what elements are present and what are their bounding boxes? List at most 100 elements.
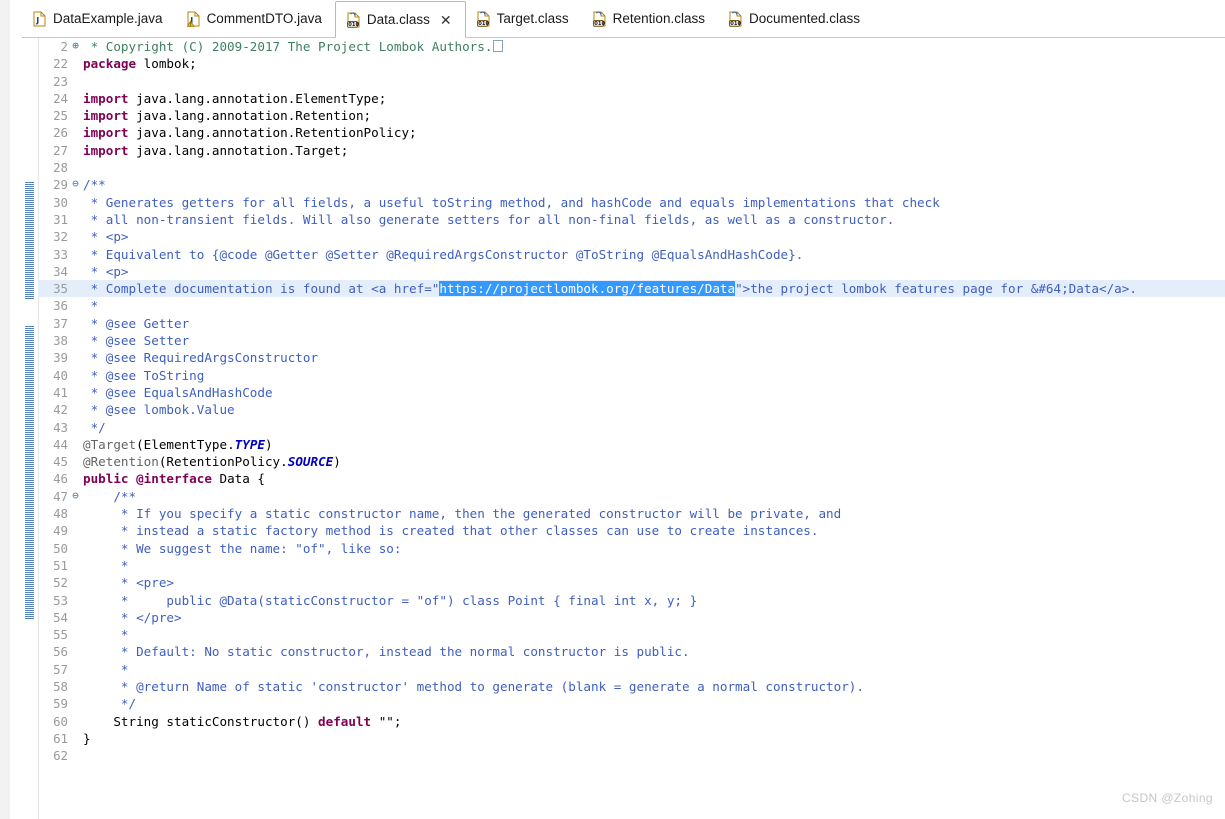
code-line[interactable]: 33 * Equivalent to {@code @Getter @Sette… [38,246,1225,263]
code-text: public @interface Data { [83,471,265,487]
fold-expand-icon[interactable]: ⊕ [70,40,81,51]
code-line[interactable]: 29 ⊖/** [38,176,1225,193]
line-number: 31 [53,211,68,227]
svg-text:010: 010 [730,21,741,27]
code-line[interactable]: 50 * We suggest the name: "of", like so: [38,540,1225,557]
code-text: */ [83,696,137,712]
svg-text:J: J [35,16,39,25]
window-left-edge-inner [10,0,22,819]
code-line[interactable]: 38 * @see Setter [38,332,1225,349]
line-number: 2 [60,39,68,54]
code-line[interactable]: 24 import java.lang.annotation.ElementTyp… [38,90,1225,107]
line-number: 53 [53,592,68,608]
editor-tab-documented-class[interactable]: 010 Documented.class [718,0,873,37]
code-line[interactable]: 25 import java.lang.annotation.Retention; [38,107,1225,124]
code-text: * [83,557,129,573]
code-line[interactable]: 62 [38,747,1225,764]
code-text: * instead a static factory method is cre… [83,523,819,539]
code-line[interactable]: 35 * Complete documentation is found at … [38,280,1225,298]
code-line[interactable]: 42 * @see lombok.Value [38,401,1225,418]
code-line[interactable]: 59 */ [38,695,1225,712]
editor-tab-retention-class[interactable]: 010 Retention.class [582,0,718,37]
editor-tab-target-class[interactable]: 010 Target.class [466,0,582,37]
code-line[interactable]: 27 import java.lang.annotation.Target; [38,142,1225,159]
code-line[interactable]: 30 * Generates getters for all fields, a… [38,194,1225,211]
code-line[interactable]: 2 ⊕ * Copyright (C) 2009-2017 The Project… [38,38,1225,55]
eclipse-editor-window: J DataExample.java J CommentDTO.java 010 Data… [0,0,1225,819]
line-number: 43 [53,419,68,435]
line-number: 29 [53,177,68,193]
line-number: 61 [53,730,68,746]
code-line[interactable]: 55 * [38,626,1225,643]
code-line[interactable]: 26 import java.lang.annotation.RetentionP… [38,124,1225,141]
code-line[interactable]: 61} [38,730,1225,747]
code-line[interactable]: 47 ⊖ /** [38,488,1225,505]
code-line[interactable]: 57 * [38,661,1225,678]
line-number: 25 [53,108,68,124]
code-text: * @see Setter [83,333,190,349]
editor-tab-data-class[interactable]: 010 Data.class ✕ [334,1,466,38]
code-line[interactable]: 41 * @see EqualsAndHashCode [38,384,1225,401]
code-line[interactable]: 22 package lombok; [38,55,1225,72]
code-text: * [83,661,129,677]
line-number: 23 [53,73,68,89]
code-line[interactable]: 32 * <p> [38,228,1225,245]
fold-collapse-icon[interactable]: ⊖ [70,178,81,189]
line-number: 62 [53,748,68,764]
code-line[interactable]: 46 public @interface Data { [38,470,1225,487]
code-text: import java.lang.annotation.RetentionPol… [83,125,417,141]
comment-range-bar [25,325,34,619]
code-line[interactable]: 34 * <p> [38,263,1225,280]
editor-tab-dataexample-java[interactable]: J DataExample.java [22,0,176,37]
line-number: 47 [53,488,68,504]
line-number: 36 [53,298,68,314]
code-line[interactable]: 23 [38,73,1225,90]
code-line[interactable]: 45 @Retention(RetentionPolicy.SOURCE) [38,453,1225,470]
line-number: 42 [53,402,68,418]
code-line[interactable]: 36 * [38,297,1225,314]
line-number: 49 [53,523,68,539]
class-file-icon: 010 [346,12,361,28]
code-line[interactable]: 51 * [38,557,1225,574]
code-line[interactable]: 56 * Default: No static constructor, ins… [38,643,1225,660]
code-line[interactable]: 39 * @see RequiredArgsConstructor [38,349,1225,366]
line-number: 37 [53,315,68,331]
code-line[interactable]: 53 * public @Data(staticConstructor = "o… [38,592,1225,609]
code-line[interactable]: 28 [38,159,1225,176]
code-editor[interactable]: 2 ⊕ * Copyright (C) 2009-2017 The Project… [22,38,1225,819]
java-file-warning-icon: J [186,11,201,27]
java-file-icon: J [32,11,47,27]
svg-text:010: 010 [348,22,359,28]
code-line[interactable]: 44 @Target(ElementType.TYPE) [38,436,1225,453]
line-number: 27 [53,142,68,158]
code-line[interactable]: 40 * @see ToString [38,367,1225,384]
code-line[interactable]: 49 * instead a static factory method is … [38,522,1225,539]
code-text: * all non-transient fields. Will also ge… [83,211,895,227]
code-text: * <p> [83,229,129,245]
code-text: import java.lang.annotation.Target; [83,142,349,158]
code-text: * <p> [83,263,129,279]
fold-collapse-icon[interactable]: ⊖ [70,490,81,501]
code-text: import java.lang.annotation.Retention; [83,108,372,124]
code-line[interactable]: 58 * @return Name of static 'constructor… [38,678,1225,695]
code-line[interactable]: 31 * all non-transient fields. Will also… [38,211,1225,228]
code-text: * @see EqualsAndHashCode [83,384,273,400]
code-line[interactable]: 60 String staticConstructor() default ""… [38,713,1225,730]
code-line[interactable]: 54 * </pre> [38,609,1225,626]
editor-tab-label: DataExample.java [53,10,163,26]
code-lines[interactable]: 2 ⊕ * Copyright (C) 2009-2017 The Project… [38,38,1225,819]
line-number: 40 [53,367,68,383]
code-line[interactable]: 48 * If you specify a static constructor… [38,505,1225,522]
code-line[interactable]: 37 * @see Getter [38,315,1225,332]
folding-gutter[interactable] [22,38,39,819]
code-text: } [83,730,91,746]
code-line[interactable]: 52 * <pre> [38,574,1225,591]
line-number: 26 [53,125,68,141]
code-line[interactable]: 43 */ [38,419,1225,436]
code-text: * Equivalent to {@code @Getter @Setter @… [83,246,804,262]
close-icon[interactable]: ✕ [440,13,452,27]
line-number: 58 [53,678,68,694]
line-number: 60 [53,713,68,729]
editor-tab-bar: J DataExample.java J CommentDTO.java 010 Data… [22,0,1225,38]
editor-tab-commentdto-java[interactable]: J CommentDTO.java [176,0,335,37]
